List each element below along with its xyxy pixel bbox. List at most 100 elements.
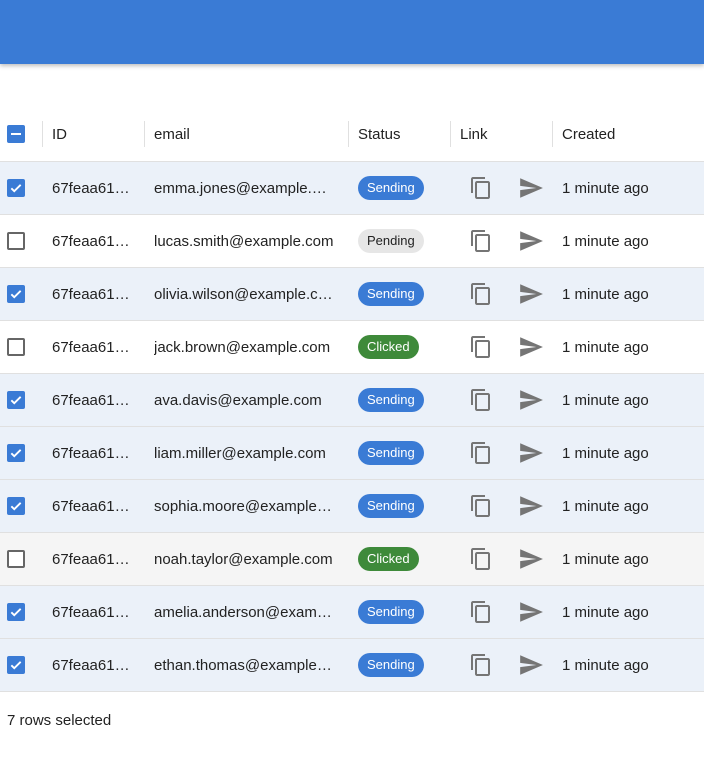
row-select-cell [0,162,32,214]
row-select-cell [0,639,32,691]
table-row[interactable]: 67feaa61… lucas.smith@example.com Pendin… [0,215,704,268]
row-status: Clicked [358,533,448,585]
send-link-button[interactable] [514,268,548,320]
send-link-button[interactable] [514,321,548,373]
row-created: 1 minute ago [562,603,649,621]
column-header-status[interactable]: Status [358,107,448,161]
table-row[interactable]: 67feaa61… ethan.thomas@example.com Sendi… [0,639,704,692]
column-separator[interactable] [348,121,349,147]
row-checkbox[interactable] [7,338,25,356]
row-select-cell [0,268,32,320]
grid-body: 67feaa61… emma.jones@example.com Sending… [0,162,704,692]
send-link-button[interactable] [514,533,548,585]
row-created: 1 minute ago [562,550,649,568]
table-row[interactable]: 67feaa61… ava.davis@example.com Sending … [0,374,704,427]
send-link-button[interactable] [514,586,548,638]
row-checkbox[interactable] [7,497,25,515]
row-status: Sending [358,480,448,532]
row-id: 67feaa61… [52,338,130,356]
row-created: 1 minute ago [562,338,649,356]
send-icon [518,440,544,466]
copy-link-button[interactable] [466,162,496,214]
copy-link-button[interactable] [466,374,496,426]
table-row[interactable]: 67feaa61… amelia.anderson@example.com Se… [0,586,704,639]
copy-icon [469,282,493,306]
copy-link-button[interactable] [466,586,496,638]
status-badge: Clicked [358,547,419,571]
column-separator[interactable] [144,121,145,147]
table-row[interactable]: 67feaa61… olivia.wilson@example.com Send… [0,268,704,321]
copy-link-button[interactable] [466,427,496,479]
copy-icon [469,653,493,677]
copy-link-button[interactable] [466,321,496,373]
column-separator[interactable] [42,121,43,147]
row-status: Sending [358,427,448,479]
status-badge: Sending [358,441,424,465]
row-status: Sending [358,162,448,214]
table-row[interactable]: 67feaa61… emma.jones@example.com Sending… [0,162,704,215]
row-select-cell [0,321,32,373]
send-icon [518,387,544,413]
column-header-email[interactable]: email [154,107,334,161]
row-select-cell [0,533,32,585]
row-email: jack.brown@example.com [154,338,331,356]
copy-link-button[interactable] [466,268,496,320]
status-badge: Sending [358,388,424,412]
send-icon [518,228,544,254]
grid-header-row: ID email Status Link Created [0,107,704,162]
row-checkbox[interactable] [7,444,25,462]
row-id: 67feaa61… [52,179,130,197]
row-id: 67feaa61… [52,444,130,462]
column-separator[interactable] [450,121,451,147]
table-row[interactable]: 67feaa61… sophia.moore@example.com Sendi… [0,480,704,533]
send-link-button[interactable] [514,639,548,691]
column-separator[interactable] [552,121,553,147]
send-link-button[interactable] [514,480,548,532]
copy-icon [469,388,493,412]
send-icon [518,652,544,678]
send-link-button[interactable] [514,162,548,214]
status-badge: Sending [358,653,424,677]
row-checkbox[interactable] [7,603,25,621]
copy-icon [469,335,493,359]
row-checkbox[interactable] [7,179,25,197]
column-header-link[interactable]: Link [460,107,540,161]
send-link-button[interactable] [514,215,548,267]
row-email: ava.davis@example.com [154,391,322,409]
row-id: 67feaa61… [52,285,130,303]
row-id: 67feaa61… [52,391,130,409]
copy-icon [469,229,493,253]
table-row[interactable]: 67feaa61… liam.miller@example.com Sendin… [0,427,704,480]
row-checkbox[interactable] [7,550,25,568]
row-email: olivia.wilson@example.com [154,285,334,303]
copy-link-button[interactable] [466,639,496,691]
copy-link-button[interactable] [466,215,496,267]
copy-link-button[interactable] [466,533,496,585]
row-status: Clicked [358,321,448,373]
row-status: Sending [358,268,448,320]
row-id: 67feaa61… [52,232,130,250]
app-bar [0,0,704,64]
row-checkbox[interactable] [7,656,25,674]
table-row[interactable]: 67feaa61… jack.brown@example.com Clicked… [0,321,704,374]
column-header-created[interactable]: Created [562,107,704,161]
row-created: 1 minute ago [562,391,649,409]
row-email: emma.jones@example.com [154,179,334,197]
row-checkbox[interactable] [7,391,25,409]
send-icon [518,175,544,201]
send-link-button[interactable] [514,374,548,426]
row-email: lucas.smith@example.com [154,232,334,250]
email-data-grid: ID email Status Link Created 67feaa61… e… [0,107,704,692]
copy-icon [469,600,493,624]
row-checkbox[interactable] [7,232,25,250]
status-badge: Sending [358,600,424,624]
row-status: Sending [358,374,448,426]
row-email: noah.taylor@example.com [154,550,333,568]
row-checkbox[interactable] [7,285,25,303]
status-badge: Sending [358,176,424,200]
column-header-id[interactable]: ID [52,107,132,161]
select-all-checkbox[interactable] [7,125,25,143]
send-link-button[interactable] [514,427,548,479]
copy-link-button[interactable] [466,480,496,532]
table-row[interactable]: 67feaa61… noah.taylor@example.com Clicke… [0,533,704,586]
